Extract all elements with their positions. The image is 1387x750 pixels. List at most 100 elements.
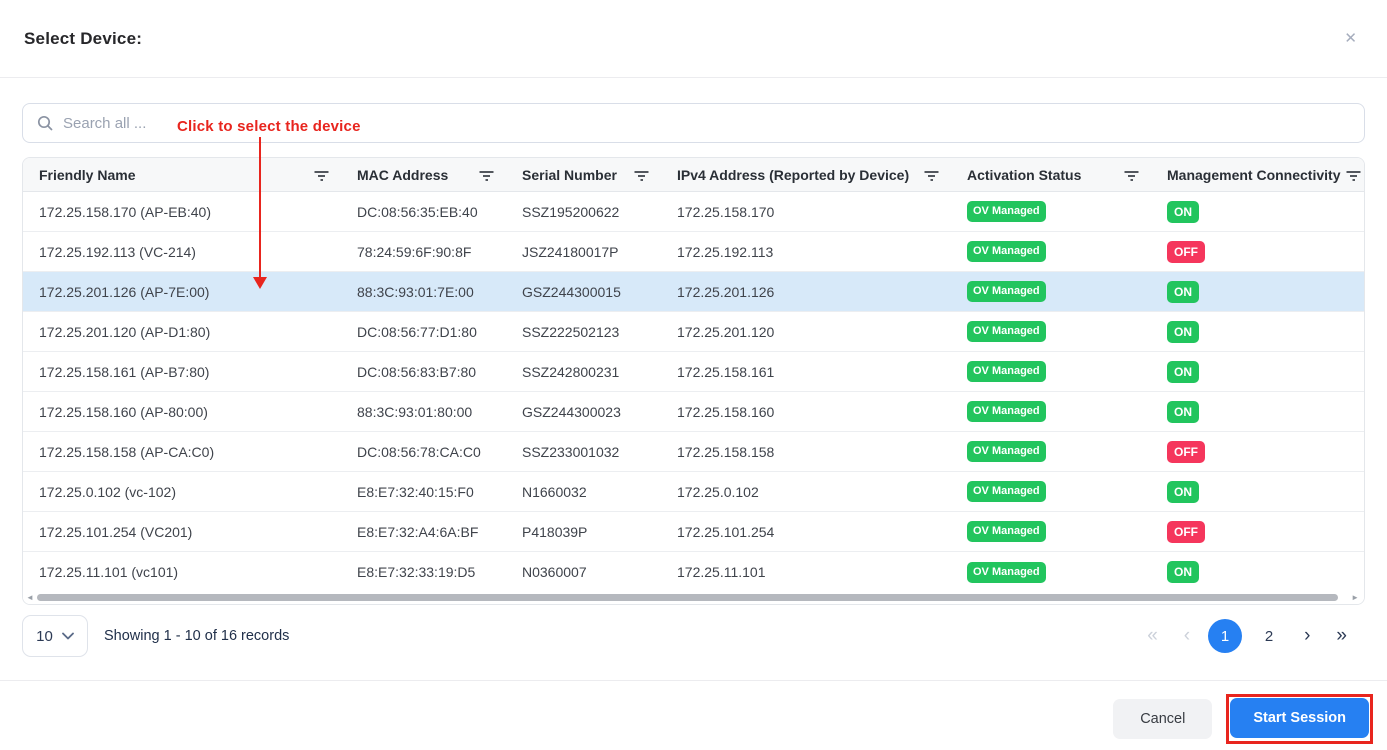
cell-serial-number: N0360007	[506, 552, 661, 592]
activation-status-badge: OV Managed	[967, 201, 1046, 222]
cell-friendly-name: 172.25.101.254 (VC201)	[23, 512, 341, 551]
cell-management-connectivity: ON	[1151, 192, 1364, 231]
horizontal-scrollbar[interactable]: ◄ ►	[23, 592, 1364, 604]
scrollbar-thumb[interactable]	[37, 594, 1338, 601]
search-icon	[37, 115, 53, 131]
annotation-arrowhead-icon	[253, 277, 267, 289]
filter-icon[interactable]	[1124, 168, 1139, 182]
cell-management-connectivity: ON	[1151, 272, 1364, 311]
cell-activation-status: OV Managed	[951, 352, 1151, 391]
activation-status-badge: OV Managed	[967, 401, 1046, 422]
activation-status-badge: OV Managed	[967, 241, 1046, 262]
cell-ipv4-address: 172.25.101.254	[661, 512, 951, 551]
start-session-button[interactable]: Start Session	[1230, 698, 1369, 738]
cell-activation-status: OV Managed	[951, 552, 1151, 592]
table-row[interactable]: 172.25.11.101 (vc101) E8:E7:32:33:19:D5 …	[23, 552, 1364, 592]
connectivity-badge: ON	[1167, 401, 1199, 423]
filter-icon[interactable]	[314, 168, 329, 182]
prev-page-button[interactable]: ‹	[1176, 625, 1198, 647]
cell-management-connectivity: ON	[1151, 472, 1364, 511]
cell-serial-number: GSZ244300015	[506, 272, 661, 311]
cell-mac-address: DC:08:56:35:EB:40	[341, 192, 506, 231]
cell-activation-status: OV Managed	[951, 472, 1151, 511]
filter-icon[interactable]	[1346, 168, 1361, 182]
column-header-serial-number: Serial Number	[506, 158, 661, 191]
page-button-1[interactable]: 1	[1208, 619, 1242, 653]
close-icon[interactable]: ✕	[1340, 27, 1361, 50]
device-table: Friendly Name MAC Address Serial Number …	[22, 157, 1365, 605]
filter-icon[interactable]	[634, 168, 649, 182]
activation-status-badge: OV Managed	[967, 281, 1046, 302]
cell-ipv4-address: 172.25.158.161	[661, 352, 951, 391]
table-row[interactable]: 172.25.192.113 (VC-214) 78:24:59:6F:90:8…	[23, 232, 1364, 272]
cell-management-connectivity: ON	[1151, 312, 1364, 351]
annotation-label: Click to select the device	[177, 118, 361, 135]
cell-management-connectivity: ON	[1151, 552, 1364, 592]
first-page-button[interactable]: «	[1139, 625, 1166, 647]
table-row[interactable]: 172.25.101.254 (VC201) E8:E7:32:A4:6A:BF…	[23, 512, 1364, 552]
table-row[interactable]: 172.25.158.158 (AP-CA:C0) DC:08:56:78:CA…	[23, 432, 1364, 472]
connectivity-badge: ON	[1167, 361, 1199, 383]
cancel-button[interactable]: Cancel	[1113, 699, 1212, 739]
table-row[interactable]: 172.25.201.120 (AP-D1:80) DC:08:56:77:D1…	[23, 312, 1364, 352]
activation-status-badge: OV Managed	[967, 481, 1046, 502]
activation-status-badge: OV Managed	[967, 321, 1046, 342]
column-header-activation-status: Activation Status	[951, 158, 1151, 191]
column-header-ipv4-address: IPv4 Address (Reported by Device)	[661, 158, 951, 191]
cell-mac-address: DC:08:56:83:B7:80	[341, 352, 506, 391]
cell-serial-number: GSZ244300023	[506, 392, 661, 431]
cell-activation-status: OV Managed	[951, 272, 1151, 311]
cell-activation-status: OV Managed	[951, 232, 1151, 271]
table-row[interactable]: 172.25.158.170 (AP-EB:40) DC:08:56:35:EB…	[23, 192, 1364, 232]
connectivity-badge: OFF	[1167, 441, 1205, 463]
cell-friendly-name: 172.25.158.160 (AP-80:00)	[23, 392, 341, 431]
table-row[interactable]: 172.25.0.102 (vc-102) E8:E7:32:40:15:F0 …	[23, 472, 1364, 512]
modal-body: Search all ... Friendly Name MAC Address…	[0, 78, 1387, 659]
cell-friendly-name: 172.25.201.126 (AP-7E:00)	[23, 272, 341, 311]
cell-activation-status: OV Managed	[951, 432, 1151, 471]
cell-serial-number: JSZ24180017P	[506, 232, 661, 271]
connectivity-badge: ON	[1167, 481, 1199, 503]
filter-icon[interactable]	[924, 168, 939, 182]
cell-management-connectivity: ON	[1151, 352, 1364, 391]
page-button-2[interactable]: 2	[1252, 619, 1286, 653]
cell-mac-address: DC:08:56:77:D1:80	[341, 312, 506, 351]
cell-friendly-name: 172.25.158.170 (AP-EB:40)	[23, 192, 341, 231]
cell-ipv4-address: 172.25.158.158	[661, 432, 951, 471]
next-page-button[interactable]: ›	[1296, 625, 1318, 647]
cell-friendly-name: 172.25.158.161 (AP-B7:80)	[23, 352, 341, 391]
cell-management-connectivity: OFF	[1151, 432, 1364, 471]
table-row[interactable]: 172.25.158.160 (AP-80:00) 88:3C:93:01:80…	[23, 392, 1364, 432]
column-header-management-connectivity: Management Connectivity	[1151, 158, 1364, 191]
cell-mac-address: 78:24:59:6F:90:8F	[341, 232, 506, 271]
column-header-mac-address: MAC Address	[341, 158, 506, 191]
cell-ipv4-address: 172.25.201.120	[661, 312, 951, 351]
connectivity-badge: ON	[1167, 281, 1199, 303]
cell-mac-address: 88:3C:93:01:80:00	[341, 392, 506, 431]
cell-activation-status: OV Managed	[951, 512, 1151, 551]
column-header-friendly-name: Friendly Name	[23, 158, 341, 191]
modal-footer: Cancel Start Session	[0, 680, 1387, 750]
cell-friendly-name: 172.25.0.102 (vc-102)	[23, 472, 341, 511]
table-header-row: Friendly Name MAC Address Serial Number …	[23, 158, 1364, 192]
cell-friendly-name: 172.25.11.101 (vc101)	[23, 552, 341, 592]
cell-ipv4-address: 172.25.201.126	[661, 272, 951, 311]
cell-ipv4-address: 172.25.11.101	[661, 552, 951, 592]
cell-serial-number: SSZ195200622	[506, 192, 661, 231]
table-row[interactable]: 172.25.158.161 (AP-B7:80) DC:08:56:83:B7…	[23, 352, 1364, 392]
activation-status-badge: OV Managed	[967, 562, 1046, 583]
cell-serial-number: SSZ242800231	[506, 352, 661, 391]
cell-activation-status: OV Managed	[951, 192, 1151, 231]
pager: « ‹ 1 2 › »	[1139, 619, 1365, 653]
connectivity-badge: OFF	[1167, 521, 1205, 543]
scroll-right-icon[interactable]: ►	[1351, 593, 1359, 603]
filter-icon[interactable]	[479, 168, 494, 182]
scroll-left-icon[interactable]: ◄	[26, 593, 34, 603]
page-size-select[interactable]: 10	[22, 615, 88, 657]
cell-friendly-name: 172.25.158.158 (AP-CA:C0)	[23, 432, 341, 471]
last-page-button[interactable]: »	[1328, 625, 1355, 647]
cell-activation-status: OV Managed	[951, 312, 1151, 351]
table-row[interactable]: 172.25.201.126 (AP-7E:00) 88:3C:93:01:7E…	[23, 272, 1364, 312]
connectivity-badge: ON	[1167, 321, 1199, 343]
modal-header: Select Device: ✕	[0, 0, 1387, 78]
